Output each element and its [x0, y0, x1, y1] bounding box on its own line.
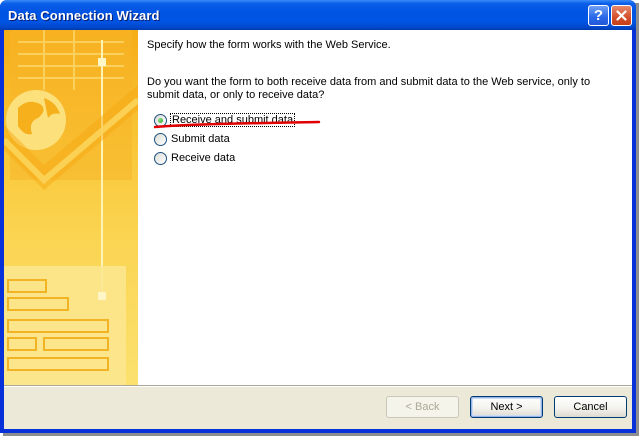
cancel-button[interactable]: Cancel [554, 396, 627, 418]
window-title: Data Connection Wizard [8, 8, 160, 23]
wizard-window: Data Connection Wizard ? Specify how the… [0, 0, 636, 433]
globe-graphic [4, 30, 138, 385]
help-icon: ? [593, 7, 604, 24]
radio-submit[interactable] [154, 133, 167, 146]
question-text: Do you want the form to both receive dat… [147, 76, 591, 101]
help-button[interactable]: ? [588, 5, 609, 26]
radio-receive[interactable] [154, 152, 167, 165]
title-bar[interactable]: Data Connection Wizard ? [0, 0, 636, 30]
close-button[interactable] [611, 5, 632, 26]
back-button[interactable]: < Back [386, 396, 459, 418]
option-label-submit[interactable]: Submit data [171, 133, 230, 145]
wizard-banner [4, 30, 138, 385]
option-label-receive[interactable]: Receive data [171, 152, 235, 164]
intro-text: Specify how the form works with the Web … [147, 39, 391, 51]
next-button[interactable]: Next > [470, 396, 543, 418]
close-icon [616, 10, 627, 21]
button-bar-divider [4, 385, 632, 387]
annotation-underline [153, 120, 321, 129]
dialog-client-area: Specify how the form works with the Web … [4, 30, 632, 429]
wizard-content: Specify how the form works with the Web … [138, 30, 632, 385]
